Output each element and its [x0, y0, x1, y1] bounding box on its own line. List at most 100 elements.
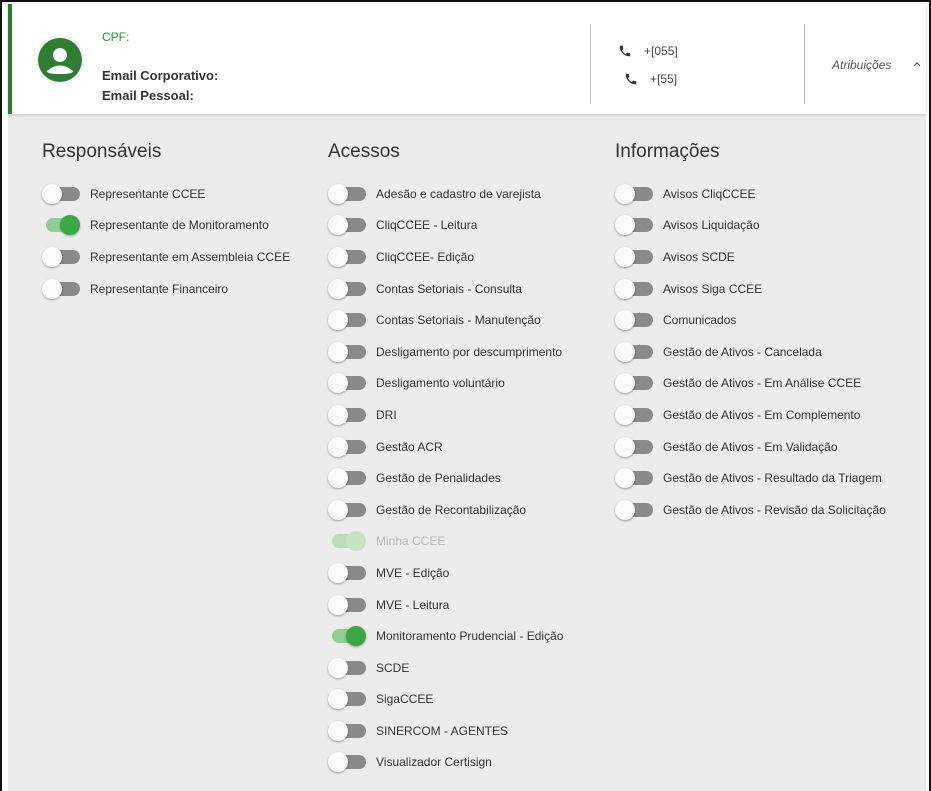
toggle-switch[interactable]: [615, 278, 653, 299]
permission-item[interactable]: Gestão de Recontabilização: [328, 494, 563, 526]
permission-item[interactable]: Gestão de Ativos - Em Validação: [615, 431, 886, 463]
permission-item[interactable]: Desligamento voluntário: [328, 368, 563, 400]
permission-item[interactable]: Monitoramento Prudencial - Edição: [328, 620, 563, 652]
permission-label: Contas Setoriais - Consulta: [376, 281, 523, 296]
permission-item[interactable]: Gestão de Penalidades: [328, 462, 563, 494]
toggle-switch[interactable]: [328, 720, 366, 741]
toggle-thumb: [42, 246, 62, 267]
phone-row-1: +[055]: [618, 44, 678, 58]
cpf-label: CPF:: [102, 30, 130, 44]
phone-row-2: +[55]: [624, 72, 677, 86]
permission-item: Minha CCEE: [328, 526, 563, 558]
toggle-thumb: [346, 531, 366, 552]
toggle-switch[interactable]: [615, 310, 653, 331]
permission-item[interactable]: Avisos Siga CCEE: [615, 273, 886, 305]
column-responsaveis: Responsáveis Representante CCEE Represent…: [42, 140, 290, 304]
permission-item[interactable]: Avisos CliqCCEE: [615, 178, 886, 210]
toggle-switch[interactable]: [328, 215, 366, 236]
toggle-switch[interactable]: [328, 657, 366, 678]
atribuicoes-toggle-label[interactable]: Atribuições: [832, 58, 891, 72]
toggle-switch[interactable]: [615, 341, 653, 362]
permission-item[interactable]: Contas Setoriais - Consulta: [328, 273, 563, 305]
permission-label: Desligamento por descumprimento: [376, 344, 563, 359]
permission-label: SigaCCEE: [376, 692, 434, 707]
toggle-thumb: [615, 183, 635, 204]
permission-label: Comunicados: [663, 313, 737, 328]
permission-item[interactable]: Representante em Assembleia CCEE: [42, 241, 290, 273]
toggle-switch[interactable]: [328, 341, 366, 362]
permission-label: Representante de Monitoramento: [90, 218, 269, 233]
permission-item[interactable]: MVE - Leitura: [328, 589, 563, 621]
chevron-up-icon[interactable]: [910, 57, 924, 71]
toggle-switch[interactable]: [328, 499, 366, 520]
toggle-thumb: [615, 278, 635, 299]
permission-label: Gestão de Penalidades: [376, 471, 501, 486]
permission-label: CliqCCEE- Edição: [376, 249, 475, 264]
permission-item[interactable]: MVE - Edição: [328, 557, 563, 589]
permission-item[interactable]: Desligamento por descumprimento: [328, 336, 563, 368]
permission-item[interactable]: Visualizador Certisign: [328, 747, 563, 779]
toggle-switch[interactable]: [328, 278, 366, 299]
user-avatar-icon: [38, 38, 82, 82]
toggle-switch[interactable]: [328, 594, 366, 615]
toggle-switch[interactable]: [615, 404, 653, 425]
permission-label: DRI: [376, 407, 397, 422]
toggle-thumb: [328, 657, 348, 678]
permission-item[interactable]: Comunicados: [615, 304, 886, 336]
permission-label: Avisos Siga CCEE: [663, 281, 763, 296]
toggle-switch[interactable]: [328, 626, 366, 647]
permission-item[interactable]: Gestão ACR: [328, 431, 563, 463]
toggle-thumb: [42, 183, 62, 204]
toggle-switch[interactable]: [328, 310, 366, 331]
toggle-switch[interactable]: [328, 404, 366, 425]
toggle-switch[interactable]: [615, 215, 653, 236]
permission-label: Representante Financeiro: [90, 281, 229, 296]
permission-item[interactable]: Avisos SCDE: [615, 241, 886, 273]
toggle-switch[interactable]: [328, 183, 366, 204]
toggle-switch[interactable]: [42, 183, 80, 204]
toggle-switch[interactable]: [328, 752, 366, 773]
toggle-switch[interactable]: [328, 436, 366, 457]
permission-item[interactable]: Gestão de Ativos - Resultado da Triagem: [615, 462, 886, 494]
toggle-switch[interactable]: [328, 689, 366, 710]
toggle-switch[interactable]: [615, 468, 653, 489]
permission-item[interactable]: Gestão de Ativos - Cancelada: [615, 336, 886, 368]
toggle-thumb: [615, 373, 635, 394]
toggle-switch[interactable]: [42, 215, 80, 236]
permission-item[interactable]: Representante de Monitoramento: [42, 210, 290, 242]
toggle-switch[interactable]: [615, 499, 653, 520]
permission-item[interactable]: CliqCCEE- Edição: [328, 241, 563, 273]
permission-label: Gestão ACR: [376, 439, 443, 454]
toggle-switch[interactable]: [328, 562, 366, 583]
toggle-switch[interactable]: [42, 278, 80, 299]
toggle-switch[interactable]: [615, 183, 653, 204]
toggle-thumb: [615, 246, 635, 267]
toggle-thumb: [328, 373, 348, 394]
toggle-switch[interactable]: [615, 246, 653, 267]
permission-item[interactable]: DRI: [328, 399, 563, 431]
header-divider: [590, 24, 591, 104]
toggle-switch: [328, 531, 366, 552]
toggle-switch[interactable]: [328, 468, 366, 489]
permission-item[interactable]: Representante CCEE: [42, 178, 290, 210]
permission-item[interactable]: Gestão de Ativos - Em Análise CCEE: [615, 368, 886, 400]
permission-item[interactable]: Avisos Liquidação: [615, 210, 886, 242]
permission-item[interactable]: Gestão de Ativos - Revisão da Solicitaçã…: [615, 494, 886, 526]
permission-item[interactable]: Contas Setoriais - Manutenção: [328, 304, 563, 336]
permission-label: Gestão de Ativos - Em Complemento: [663, 407, 861, 422]
permission-item[interactable]: SigaCCEE: [328, 684, 563, 716]
permission-item[interactable]: SINERCOM - AGENTES: [328, 715, 563, 747]
toggle-switch[interactable]: [328, 373, 366, 394]
permission-item[interactable]: Adesão e cadastro de varejista: [328, 178, 563, 210]
permission-item[interactable]: CliqCCEE - Leitura: [328, 210, 563, 242]
toggle-switch[interactable]: [42, 246, 80, 267]
permission-label: Avisos Liquidação: [663, 218, 760, 233]
toggle-switch[interactable]: [328, 246, 366, 267]
phone-icon: [625, 73, 637, 85]
permission-item[interactable]: SCDE: [328, 652, 563, 684]
toggle-switch[interactable]: [615, 436, 653, 457]
toggle-switch[interactable]: [615, 373, 653, 394]
permission-item[interactable]: Representante Financeiro: [42, 273, 290, 305]
permission-item[interactable]: Gestão de Ativos - Em Complemento: [615, 399, 886, 431]
permission-label: SCDE: [376, 660, 410, 675]
